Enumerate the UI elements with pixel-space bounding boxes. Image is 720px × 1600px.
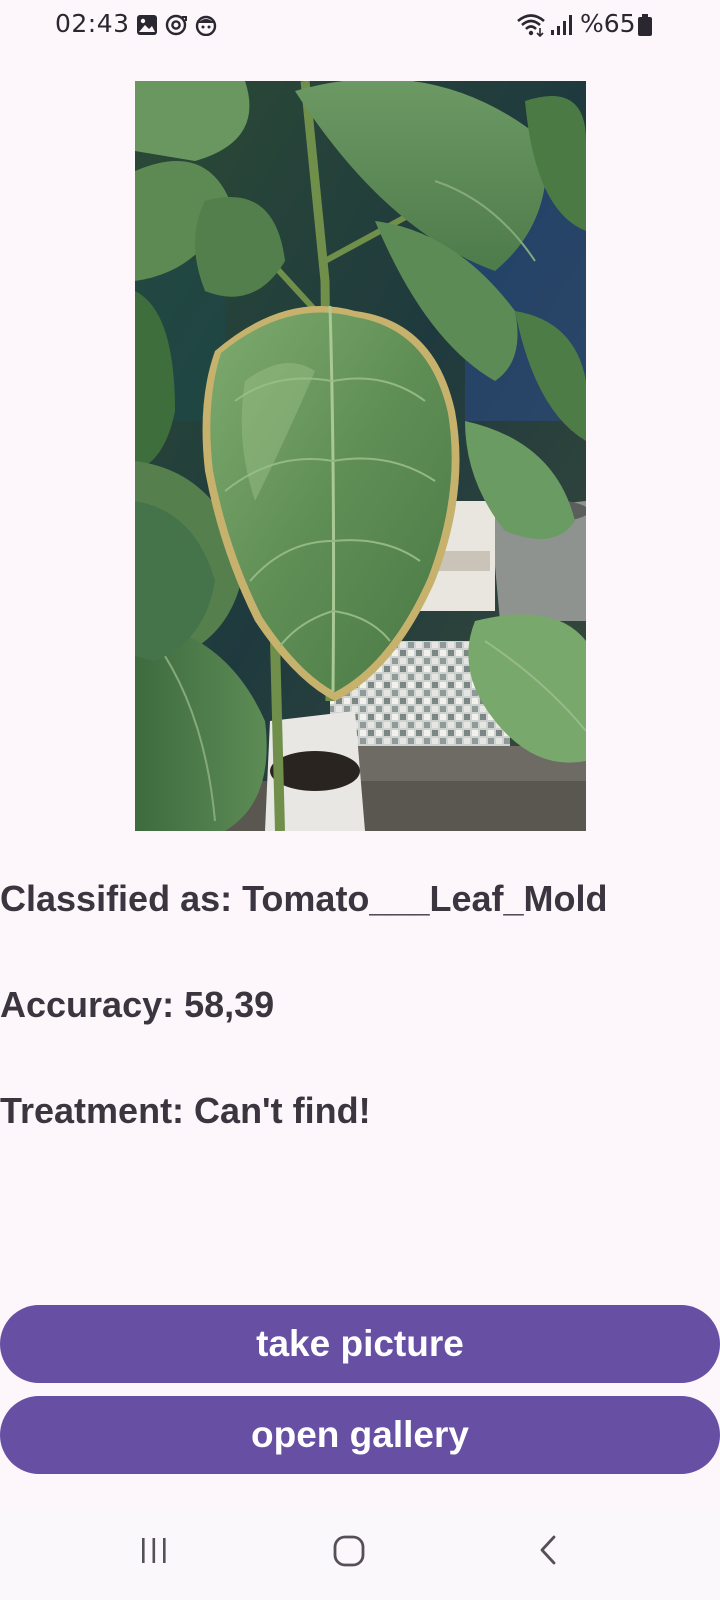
sync-icon <box>165 14 187 36</box>
leaf-image <box>135 81 586 831</box>
navigation-bar <box>0 1510 720 1600</box>
plant-leaf-photo <box>135 81 586 831</box>
signal-icon <box>551 15 572 35</box>
recents-icon[interactable] <box>138 1534 170 1566</box>
home-icon[interactable] <box>332 1534 366 1568</box>
face-icon <box>195 15 217 36</box>
status-bar: 02:43 %65 <box>0 0 720 52</box>
wifi-icon <box>517 14 545 37</box>
open-gallery-button[interactable]: open gallery <box>0 1396 720 1474</box>
accuracy-result: Accuracy: 58,39 <box>0 984 275 1025</box>
battery-percent: %65 <box>580 9 636 38</box>
back-icon[interactable] <box>534 1534 564 1566</box>
treatment-result: Treatment: Can't find! <box>0 1090 371 1131</box>
battery-icon <box>638 14 652 36</box>
classification-result: Classified as: Tomato___Leaf_Mold <box>0 878 608 919</box>
gallery-icon <box>137 15 157 35</box>
take-picture-button[interactable]: take picture <box>0 1305 720 1383</box>
status-time: 02:43 <box>55 9 130 38</box>
